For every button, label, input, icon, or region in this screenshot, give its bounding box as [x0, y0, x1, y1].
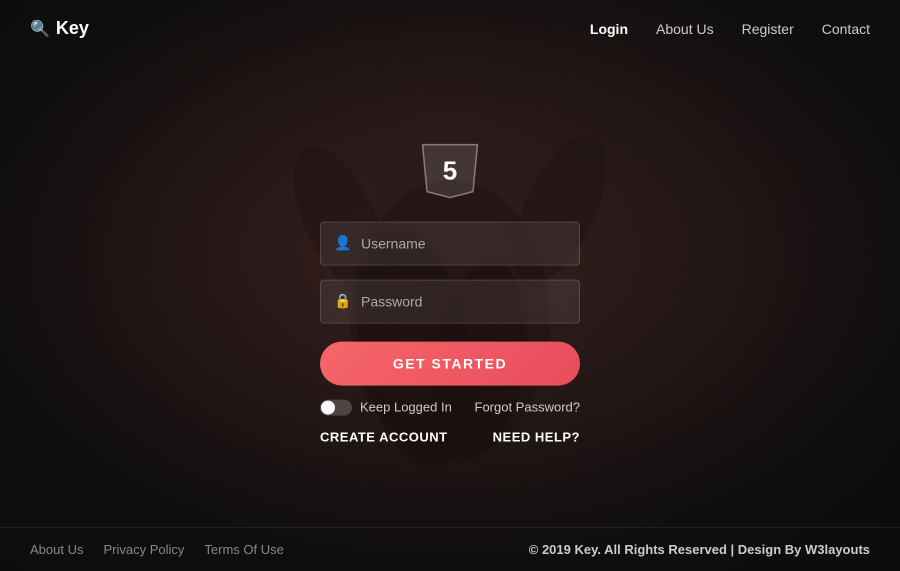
username-input[interactable] — [320, 221, 580, 265]
need-help-link[interactable]: NEED HELP? — [493, 429, 580, 444]
footer-terms[interactable]: Terms Of Use — [204, 542, 283, 557]
footer-designer: W3layouts — [805, 542, 870, 557]
form-options: Keep Logged In Forgot Password? — [320, 399, 580, 415]
logo-icon: 🔍 — [30, 19, 50, 39]
logo-text: Key — [56, 18, 89, 39]
header: 🔍 Key Login About Us Register Contact — [0, 0, 900, 57]
navigation: Login About Us Register Contact — [590, 21, 870, 37]
footer-copyright-text: © 2019 Key. All Rights Reserved | Design… — [529, 542, 805, 557]
keep-logged-toggle[interactable] — [320, 399, 352, 415]
svg-text:5: 5 — [443, 155, 457, 185]
username-group: 👤 — [320, 221, 580, 265]
password-group: 🔒 — [320, 279, 580, 323]
form-links: CREATE ACCOUNT NEED HELP? — [320, 429, 580, 444]
footer-links: About Us Privacy Policy Terms Of Use — [30, 542, 284, 557]
nav-contact[interactable]: Contact — [822, 21, 870, 37]
keep-logged-label: Keep Logged In — [360, 400, 452, 415]
submit-button[interactable]: GET STARTED — [320, 341, 580, 385]
login-form-container: 5 👤 🔒 GET STARTED Keep Logged In Forgot … — [320, 139, 580, 444]
footer-about[interactable]: About Us — [30, 542, 83, 557]
html5-badge: 5 — [422, 139, 478, 201]
user-icon: 👤 — [334, 235, 351, 252]
toggle-knob — [321, 400, 335, 414]
footer-copyright: © 2019 Key. All Rights Reserved | Design… — [529, 542, 870, 557]
footer-privacy[interactable]: Privacy Policy — [103, 542, 184, 557]
nav-about[interactable]: About Us — [656, 21, 714, 37]
keep-logged-group[interactable]: Keep Logged In — [320, 399, 452, 415]
lock-icon: 🔒 — [334, 293, 351, 310]
create-account-link[interactable]: CREATE ACCOUNT — [320, 429, 448, 444]
password-input[interactable] — [320, 279, 580, 323]
nav-login[interactable]: Login — [590, 21, 628, 37]
logo[interactable]: 🔍 Key — [30, 18, 89, 39]
forgot-password-link[interactable]: Forgot Password? — [475, 400, 581, 415]
footer: About Us Privacy Policy Terms Of Use © 2… — [0, 527, 900, 571]
nav-register[interactable]: Register — [742, 21, 794, 37]
